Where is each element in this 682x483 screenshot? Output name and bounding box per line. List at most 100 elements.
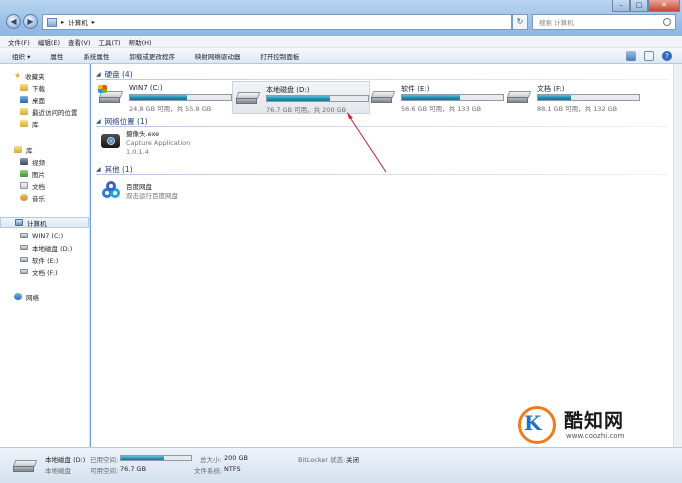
group-divider xyxy=(96,126,668,127)
drive-space: 24.8 GB 可用，共 55.8 GB xyxy=(129,105,212,113)
nav-drive-d[interactable]: 本地磁盘 (D:) xyxy=(20,242,72,253)
drive-tile-c[interactable]: WIN7 (C:) 24.8 GB 可用，共 55.8 GB xyxy=(96,81,234,114)
breadcrumb-computer[interactable]: 计算机 xyxy=(68,17,88,27)
nav-label: 收藏夹 xyxy=(25,72,45,81)
menu-help[interactable]: 帮助(H) xyxy=(129,37,152,47)
nav-recent-places[interactable]: 最近访问的位置 xyxy=(20,106,78,117)
drive-name: 文档 (F:) xyxy=(537,85,565,93)
item-version: 1.0.1.4 xyxy=(126,148,149,156)
nav-drive-c[interactable]: WIN7 (C:) xyxy=(20,230,63,241)
nav-label: 图片 xyxy=(32,170,45,179)
back-button[interactable]: ◀ xyxy=(6,14,21,29)
menu-tools[interactable]: 工具(T) xyxy=(99,37,121,47)
map-network-drive-button[interactable]: 映射网络驱动器 xyxy=(195,51,241,61)
group-divider xyxy=(96,79,668,80)
menu-edit[interactable]: 编辑(E) xyxy=(38,37,60,47)
drive-icon xyxy=(20,269,28,274)
drive-tile-f[interactable]: 文档 (F:) 88.1 GB 可用，共 132 GB xyxy=(504,81,642,114)
breadcrumb-separator: ▸ xyxy=(91,18,96,26)
hard-drive-icon xyxy=(235,92,261,105)
menu-file[interactable]: 文件(F) xyxy=(8,37,30,47)
group-hard-disks[interactable]: ◢ 硬盘 (4) xyxy=(96,69,668,80)
nav-label: 桌面 xyxy=(32,96,45,105)
nav-libraries[interactable]: 库 xyxy=(14,144,33,155)
details-total-value: 200 GB xyxy=(224,454,248,462)
view-options-icon[interactable] xyxy=(626,51,636,61)
nav-videos[interactable]: 视频 xyxy=(20,156,45,167)
brand-url: www.coozhi.com xyxy=(566,432,625,440)
picture-library-icon xyxy=(20,170,28,177)
drive-space: 56.6 GB 可用，共 133 GB xyxy=(401,105,482,113)
nav-label: 视频 xyxy=(32,158,45,167)
download-folder-icon xyxy=(20,84,28,91)
nav-pictures[interactable]: 图片 xyxy=(20,168,45,179)
hard-drive-icon xyxy=(370,91,396,104)
brand-name: 酷知网 xyxy=(564,410,625,432)
drive-tile-d[interactable]: 本地磁盘 (D:) 76.7 GB 可用，共 200 GB xyxy=(232,81,370,114)
logo-letter: K xyxy=(524,411,542,435)
properties-button[interactable]: 属性 xyxy=(50,51,63,61)
refresh-icon[interactable]: ↻ xyxy=(512,14,528,30)
nav-label: 文档 xyxy=(32,182,45,191)
nav-downloads[interactable]: 下载 xyxy=(20,82,45,93)
nav-documents[interactable]: 文档 xyxy=(20,180,45,191)
nav-label: 本地磁盘 (D:) xyxy=(32,244,73,253)
nav-drive-f[interactable]: 文档 (F:) xyxy=(20,266,58,277)
open-control-panel-button[interactable]: 打开控制面板 xyxy=(260,51,299,61)
group-other[interactable]: ◢ 其他 (1) xyxy=(96,164,668,175)
collapse-icon: ◢ xyxy=(96,166,101,173)
details-fs-value: NTFS xyxy=(224,465,241,473)
item-name: 百度网盘 xyxy=(126,183,152,191)
library-folder-icon xyxy=(20,120,28,127)
other-item-baidu-netdisk[interactable]: 百度网盘 双击运行百度网盘 xyxy=(100,180,178,202)
details-free-value: 76.7 GB xyxy=(120,465,147,473)
usage-fill xyxy=(538,95,572,100)
hard-drive-icon xyxy=(12,460,38,473)
maximize-button[interactable]: □ xyxy=(630,0,648,12)
menu-view[interactable]: 查看(V) xyxy=(68,37,91,47)
details-bitlocker-value: 关闭 xyxy=(346,456,359,464)
nav-label: 库 xyxy=(32,120,39,129)
camera-icon xyxy=(100,130,122,152)
collapse-icon: ◢ xyxy=(96,118,101,125)
group-divider xyxy=(96,174,668,175)
usage-fill xyxy=(267,96,330,101)
music-library-icon xyxy=(20,194,28,201)
forward-button[interactable]: ▶ xyxy=(23,14,38,29)
nav-label: 最近访问的位置 xyxy=(32,108,78,117)
drive-tile-e[interactable]: 软件 (E:) 56.6 GB 可用，共 133 GB xyxy=(368,81,506,114)
group-network-locations[interactable]: ◢ 网络位置 (1) xyxy=(96,116,668,127)
document-library-icon xyxy=(20,182,28,189)
search-input[interactable]: 搜索 计算机 xyxy=(532,14,676,30)
drive-usage-bar xyxy=(537,94,640,101)
item-description: 双击运行百度网盘 xyxy=(126,192,178,200)
menu-bar: 文件(F) 编辑(E) 查看(V) 工具(T) 帮助(H) xyxy=(0,36,682,48)
usage-fill xyxy=(402,95,460,100)
minimize-button[interactable]: – xyxy=(612,0,630,12)
nav-network[interactable]: 网络 xyxy=(14,291,39,302)
preview-pane-icon[interactable] xyxy=(644,51,654,61)
uninstall-programs-button[interactable]: 卸载或更改程序 xyxy=(129,51,175,61)
nav-label: 音乐 xyxy=(32,194,45,203)
nav-favorites[interactable]: ★ 收藏夹 xyxy=(14,70,45,81)
recent-places-icon xyxy=(20,108,28,115)
details-free-label: 可用空间: xyxy=(90,467,119,475)
drive-usage-bar xyxy=(129,94,232,101)
nav-drive-e[interactable]: 软件 (E:) xyxy=(20,254,58,265)
system-properties-button[interactable]: 系统属性 xyxy=(83,51,109,61)
nav-library-shortcut[interactable]: 库 xyxy=(20,118,39,129)
drive-icon xyxy=(20,233,28,238)
breadcrumb-separator: ▸ xyxy=(61,18,65,26)
address-bar[interactable]: ▸ 计算机 ▸ xyxy=(42,14,512,30)
organize-button[interactable]: 组织 ▾ xyxy=(12,51,30,61)
nav-computer[interactable]: 计算机 xyxy=(0,217,89,228)
vertical-scrollbar[interactable] xyxy=(673,64,682,447)
nav-music[interactable]: 音乐 xyxy=(20,192,45,203)
help-icon[interactable]: ? xyxy=(662,51,672,61)
computer-icon xyxy=(47,17,57,27)
close-button[interactable]: ✕ xyxy=(648,0,680,12)
drive-space: 76.7 GB 可用，共 200 GB xyxy=(266,106,347,114)
nav-desktop[interactable]: 桌面 xyxy=(20,94,45,105)
drive-icon xyxy=(20,257,28,262)
network-item-camera[interactable]: 摄像头.exe Capture Application 1.0.1.4 xyxy=(100,130,190,157)
